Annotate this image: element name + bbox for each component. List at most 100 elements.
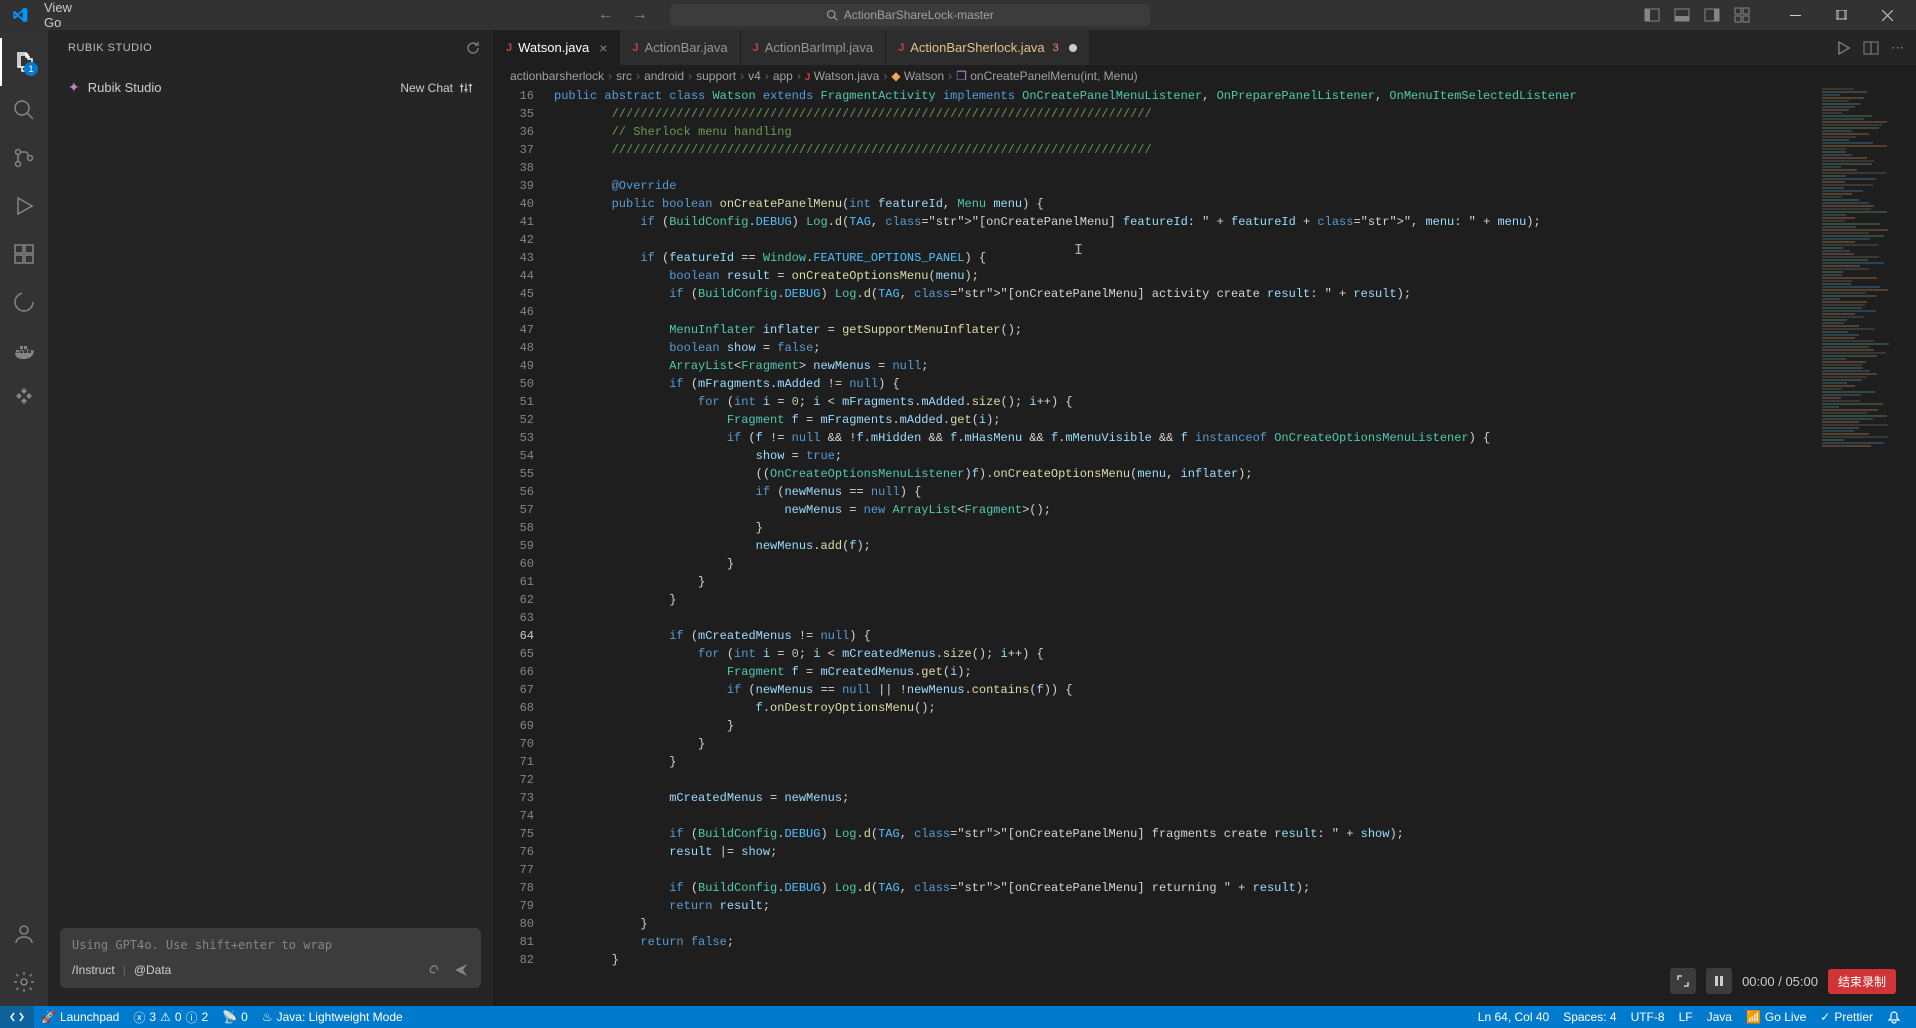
sliders-icon [459, 81, 473, 95]
sb-language[interactable]: Java [1700, 1006, 1739, 1028]
command-center-label: ActionBarShareLock-master [844, 8, 994, 22]
layout-sidebar-right-icon[interactable] [1702, 5, 1722, 25]
sb-golive[interactable]: 📶Go Live [1739, 1006, 1813, 1028]
tab-actionbarsherlock-java[interactable]: JActionBarSherlock.java3 [886, 30, 1090, 65]
sb-launchpad[interactable]: 🚀Launchpad [34, 1006, 126, 1028]
maximize-button[interactable] [1818, 0, 1864, 30]
activity-settings-icon[interactable] [0, 958, 48, 1006]
chip-data[interactable]: @Data [134, 963, 172, 977]
sb-java-mode[interactable]: ♨Java: Lightweight Mode [255, 1006, 410, 1028]
tab-actionbar-java[interactable]: JActionBar.java [620, 30, 740, 65]
modified-dot-icon [1069, 44, 1077, 52]
sidebar-title: RUBIK STUDIO [68, 42, 152, 54]
menubar: FileEditSelectionViewGoRunTerminalHelp [0, 0, 105, 30]
new-chat-button[interactable]: New Chat [400, 81, 473, 95]
breadcrumb-item[interactable]: app [773, 69, 793, 83]
activity-rubik-icon[interactable] [0, 374, 48, 422]
breadcrumb-item[interactable]: support [696, 69, 736, 83]
activity-loading-icon[interactable] [0, 278, 48, 326]
breadcrumb-item[interactable]: src [616, 69, 632, 83]
send-icon[interactable] [453, 962, 469, 978]
rec-pause-icon[interactable] [1706, 968, 1732, 994]
studio-row[interactable]: ✦ Rubik Studio New Chat [60, 73, 481, 102]
java-file-icon: J [753, 42, 759, 54]
breadcrumb-item[interactable]: android [644, 69, 684, 83]
search-icon [826, 9, 838, 21]
customize-layout-icon[interactable] [1732, 5, 1752, 25]
breadcrumbs[interactable]: actionbarsherlock›src›android›support›v4… [494, 65, 1916, 87]
check-icon: ✓ [1820, 1010, 1830, 1024]
broadcast-icon: 📶 [1746, 1010, 1761, 1024]
breadcrumb-item[interactable]: ❒ onCreatePanelMenu(int, Menu) [956, 69, 1138, 83]
sb-prettier[interactable]: ✓Prettier [1813, 1006, 1880, 1028]
statusbar: 🚀Launchpad ⓧ3 ⚠0 ⓘ2 📡0 ♨Java: Lightweigh… [0, 1006, 1916, 1028]
layout-panel-icon[interactable] [1672, 5, 1692, 25]
nav-forward-icon[interactable]: → [632, 6, 648, 24]
sb-eol[interactable]: LF [1672, 1006, 1700, 1028]
activity-account-icon[interactable] [0, 910, 48, 958]
breadcrumb-item[interactable]: v4 [748, 69, 761, 83]
sb-spaces[interactable]: Spaces: 4 [1556, 1006, 1623, 1028]
nav-back-icon[interactable]: ← [598, 6, 614, 24]
activity-explorer[interactable]: 1 [0, 38, 48, 86]
activity-source-control[interactable] [0, 134, 48, 182]
sidebar: RUBIK STUDIO ✦ Rubik Studio New Chat [48, 30, 494, 1006]
titlebar-center: ← → ActionBarShareLock-master [105, 4, 1642, 26]
menu-go[interactable]: Go [36, 15, 105, 30]
close-button[interactable] [1864, 0, 1910, 30]
sb-problems[interactable]: ⓧ3 ⚠0 ⓘ2 [126, 1006, 215, 1028]
warning-icon: ⚠ [160, 1010, 171, 1024]
sb-ports[interactable]: 📡0 [215, 1006, 255, 1028]
rocket-icon: 🚀 [41, 1010, 56, 1024]
sb-encoding[interactable]: UTF-8 [1624, 1006, 1672, 1028]
breadcrumb-item[interactable]: ◆ Watson [891, 69, 944, 83]
chip-instruct[interactable]: /Instruct [72, 963, 115, 977]
activity-run-debug[interactable] [0, 182, 48, 230]
studio-logo-icon: ✦ [68, 79, 80, 96]
minimap[interactable] [1818, 87, 1902, 1006]
menu-view[interactable]: View [36, 0, 105, 15]
breadcrumb-item[interactable]: J Watson.java [805, 69, 879, 83]
layout-sidebar-left-icon[interactable] [1642, 5, 1662, 25]
refresh-icon[interactable] [465, 40, 481, 56]
command-center[interactable]: ActionBarShareLock-master [670, 4, 1150, 26]
sb-cursor-pos[interactable]: Ln 64, Col 40 [1471, 1006, 1556, 1028]
tab-actionbarimpl-java[interactable]: JActionBarImpl.java [741, 30, 887, 65]
recording-controls: 00:00 / 05:00 结束录制 [1664, 964, 1902, 998]
split-editor-icon[interactable] [1863, 40, 1879, 56]
sidebar-header: RUBIK STUDIO [48, 30, 493, 65]
tab-watson-java[interactable]: JWatson.java× [494, 30, 620, 65]
close-icon[interactable]: × [599, 40, 607, 56]
antenna-icon: 📡 [222, 1010, 237, 1024]
main-area: 1 RUBIK STUDIO ✦ Rubik Studio [0, 30, 1916, 1006]
vscode-logo-icon [12, 7, 28, 23]
java-file-icon: J [898, 42, 904, 54]
chat-input[interactable]: Using GPT4o. Use shift+enter to wrap /In… [60, 928, 481, 988]
sidebar-footer: Using GPT4o. Use shift+enter to wrap /In… [48, 918, 493, 1006]
code-editor[interactable]: 1635363738394041424344454647484950515253… [494, 87, 1916, 1006]
rec-resize-icon[interactable] [1670, 968, 1696, 994]
editor-area: JWatson.java×JActionBar.javaJActionBarIm… [494, 30, 1916, 1006]
activity-search[interactable] [0, 86, 48, 134]
error-icon: ⓧ [133, 1009, 145, 1026]
java-file-icon: J [805, 72, 811, 83]
java-file-icon: J [506, 42, 512, 54]
rec-time: 00:00 / 05:00 [1742, 974, 1818, 989]
sb-bell-icon[interactable] [1880, 1006, 1908, 1028]
class-icon: ◆ [891, 69, 900, 83]
code-content[interactable]: public abstract class Watson extends Fra… [554, 87, 1916, 1006]
chat-placeholder: Using GPT4o. Use shift+enter to wrap [72, 938, 469, 952]
minimize-button[interactable] [1772, 0, 1818, 30]
link-icon[interactable] [425, 962, 441, 978]
rec-stop-button[interactable]: 结束录制 [1828, 969, 1896, 994]
java-icon: ♨ [262, 1010, 273, 1024]
activity-extensions[interactable] [0, 230, 48, 278]
studio-name: Rubik Studio [88, 80, 162, 95]
more-actions-icon[interactable]: ⋯ [1891, 40, 1904, 56]
titlebar-right [1642, 0, 1916, 30]
remote-indicator[interactable] [0, 1006, 34, 1028]
activity-docker-icon[interactable] [0, 326, 48, 374]
line-numbers: 1635363738394041424344454647484950515253… [494, 87, 554, 1006]
breadcrumb-item[interactable]: actionbarsherlock [510, 69, 604, 83]
run-icon[interactable] [1835, 40, 1851, 56]
